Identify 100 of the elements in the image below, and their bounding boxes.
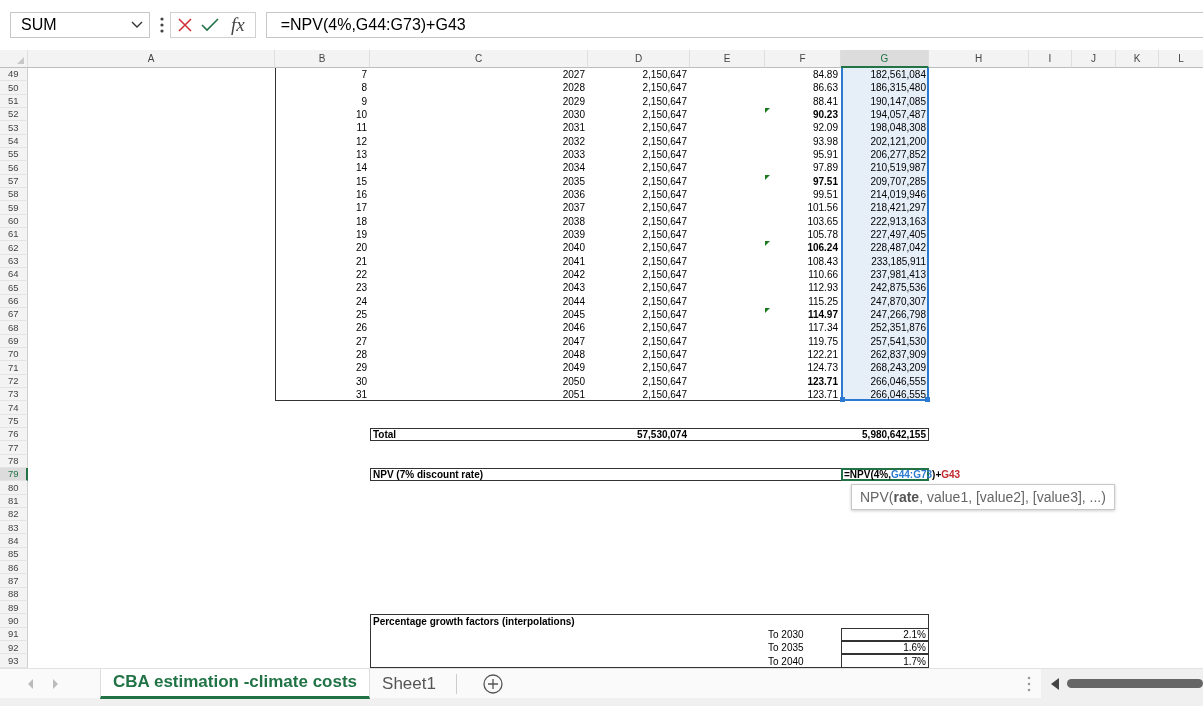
row-header[interactable]: 59 (0, 201, 28, 215)
table-cell-text: 2,150,647 (641, 81, 688, 95)
error-indicator-icon[interactable] (765, 307, 770, 313)
table-cell-text: 247,266,798 (869, 308, 927, 322)
table-cell-text: 2041 (561, 254, 586, 268)
name-box[interactable]: SUM (10, 12, 150, 38)
table-cell-text: Total (372, 428, 398, 441)
column-header[interactable]: H (929, 50, 1029, 68)
table-cell-text: 2,150,647 (641, 268, 688, 282)
table-cell-text: 27 (354, 334, 368, 348)
table-cell-text: 228,487,042 (869, 241, 927, 255)
table-cell-text: 2043 (561, 281, 586, 295)
table-cell-text: 23 (354, 281, 368, 295)
error-indicator-icon[interactable] (765, 241, 770, 247)
formula-field[interactable]: =NPV(4%,G44:G73)+G43 (265, 12, 1203, 38)
row-header[interactable]: 80 (0, 481, 28, 495)
table-cell-text: 2,150,647 (641, 188, 688, 202)
column-header[interactable]: A (28, 50, 275, 68)
table-cell-text: 2050 (561, 374, 586, 388)
table-cell-text: 11 (355, 121, 368, 135)
table-cell-text: 92.09 (811, 121, 839, 135)
column-header[interactable]: L (1159, 50, 1203, 68)
row-header[interactable]: 65 (0, 281, 28, 295)
row-header[interactable]: 68 (0, 321, 28, 335)
table-cell-text: 2,150,647 (641, 321, 688, 335)
row-header[interactable]: 93 (0, 654, 28, 668)
column-header[interactable]: D (588, 50, 690, 68)
table-cell-text: 2039 (561, 228, 586, 242)
table-cell-text: 2051 (561, 388, 586, 402)
row-header[interactable]: 56 (0, 161, 28, 175)
column-header[interactable]: G (841, 50, 929, 68)
table-cell-text: 123.71 (806, 388, 839, 402)
row-header[interactable]: 50 (0, 81, 28, 95)
row-header[interactable]: 62 (0, 241, 28, 255)
table-cell-text: 110.66 (807, 268, 839, 282)
row-header[interactable]: 83 (0, 521, 28, 535)
table-cell-text: 2,150,647 (641, 148, 688, 162)
table-cell-text: 18 (354, 214, 368, 228)
table-cell-text: 20 (354, 241, 368, 255)
sheet-tab[interactable]: Sheet1 (370, 668, 448, 699)
table-cell-text: 21 (354, 254, 368, 268)
cancel-icon[interactable] (177, 17, 193, 33)
row-header[interactable]: 84 (0, 534, 28, 548)
table-cell-text: 2,150,647 (641, 281, 688, 295)
more-icon[interactable] (160, 17, 164, 33)
column-header[interactable]: J (1072, 50, 1116, 68)
table-cell-text: 1.7% (902, 654, 927, 668)
row-header[interactable]: 71 (0, 361, 28, 375)
error-indicator-icon[interactable] (765, 174, 770, 180)
table-cell-text: 124.73 (806, 361, 839, 375)
add-sheet-icon[interactable] (482, 673, 503, 694)
table-cell-text: 17 (354, 201, 368, 215)
table-cell-text: 122.21 (806, 348, 839, 362)
table-cell-text: 242,875,536 (869, 281, 927, 295)
row-header[interactable]: 89 (0, 601, 28, 615)
table-cell-text: 2,150,647 (641, 68, 688, 82)
row-header[interactable]: 53 (0, 121, 28, 135)
table-cell-text: 2.1% (902, 627, 927, 641)
row-header[interactable]: 74 (0, 401, 28, 415)
table-cell-text: 2,150,647 (641, 388, 688, 402)
row-header[interactable]: 86 (0, 561, 28, 575)
row-header[interactable]: 49 (0, 68, 28, 82)
column-header[interactable]: B (275, 50, 370, 68)
table-cell-text: 5,980,642,155 (861, 428, 927, 441)
table-cell-text: 2,150,647 (641, 134, 688, 148)
table-cell-text: 2,150,647 (641, 348, 688, 362)
check-icon[interactable] (201, 18, 219, 32)
table-title: Percentage growth factors (interpolations) (372, 614, 576, 628)
column-header[interactable]: K (1116, 50, 1159, 68)
table-cell-text: 117.34 (807, 321, 839, 335)
table-cell-text: 227,497,405 (869, 228, 927, 242)
table-cell-text: 2049 (561, 361, 586, 375)
sheet-tab[interactable]: CBA estimation -climate costs (100, 668, 371, 699)
table-cell-text: 198,048,308 (869, 121, 927, 135)
error-indicator-icon[interactable] (765, 108, 770, 113)
table-cell-text: 30 (354, 374, 368, 388)
table-cell-text: 1.6% (902, 641, 927, 655)
table-cell-text: 2044 (561, 294, 586, 308)
table-cell-text: 257,541,530 (869, 334, 927, 348)
table-cell-text: 101.56 (806, 201, 839, 215)
row-header[interactable]: 87 (0, 574, 28, 588)
table-cell-text: 194,057,487 (869, 108, 927, 122)
scrollbar-thumb[interactable] (1067, 679, 1203, 688)
table-cell-text: 84.89 (811, 68, 839, 82)
table-cell-text: 2042 (561, 268, 586, 282)
row-header[interactable]: 92 (0, 641, 28, 655)
table-cell-text: 2040 (561, 241, 586, 255)
row-header[interactable]: 77 (0, 441, 28, 455)
column-header[interactable]: I (1029, 50, 1072, 68)
column-header[interactable]: F (765, 50, 841, 68)
row-header[interactable]: 90 (0, 614, 28, 628)
table-cell-text: 15 (354, 174, 368, 188)
column-header[interactable]: C (370, 50, 588, 68)
table-cell-text: 9 (360, 94, 368, 108)
scroll-left-icon[interactable] (1051, 677, 1059, 690)
table-cell-text: 2048 (561, 348, 586, 362)
table-cell-text: 114.97 (806, 308, 839, 322)
table-cell-text: 97.89 (811, 161, 839, 175)
column-header[interactable]: E (690, 50, 765, 68)
table-cell-text: NPV (7% discount rate) (372, 468, 485, 481)
